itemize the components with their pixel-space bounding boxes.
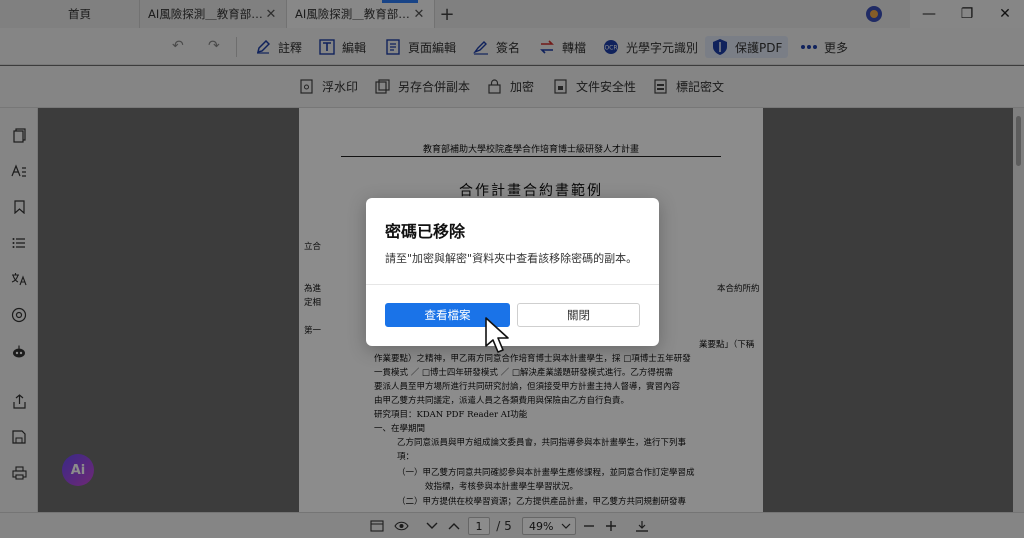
dialog-message: 請至"加密與解密"資料夾中查看該移除密碼的副本。	[385, 252, 638, 265]
dialog-title: 密碼已移除	[385, 222, 466, 241]
close-button[interactable]: 關閉	[517, 303, 640, 327]
mouse-cursor-icon	[485, 317, 509, 353]
dialog-divider	[366, 284, 659, 285]
